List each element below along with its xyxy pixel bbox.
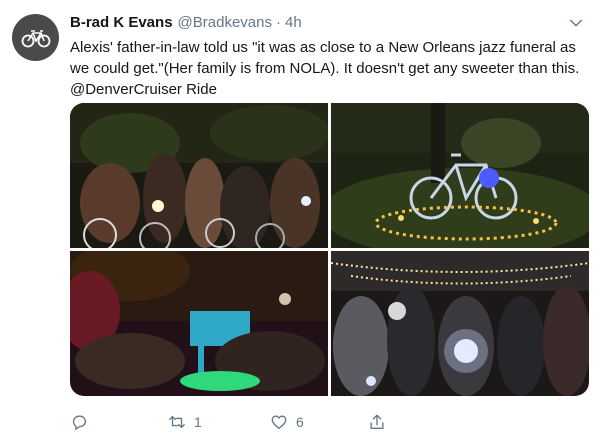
photo-riders-street-lights[interactable] xyxy=(331,251,589,396)
reply-icon xyxy=(72,415,86,430)
share-button[interactable] xyxy=(368,410,394,434)
retweet-button[interactable]: 1 xyxy=(168,410,202,434)
tweet-header: B-rad K Evans @Bradkevans · 4h xyxy=(70,14,577,36)
separator-dot: · xyxy=(276,14,281,31)
photo-ghost-bike-memorial[interactable] xyxy=(331,103,589,248)
tweet-text: Alexis' father-in-law told us "it was as… xyxy=(70,39,584,98)
tweet-actions: 1 6 xyxy=(70,410,510,434)
tweet-timestamp[interactable]: 4h xyxy=(285,14,302,31)
heart-icon xyxy=(271,415,287,429)
author-handle[interactable]: @Bradkevans xyxy=(178,14,272,31)
avatar[interactable] xyxy=(12,14,59,61)
like-button[interactable]: 6 xyxy=(270,410,304,434)
like-count: 6 xyxy=(296,414,304,430)
author-name[interactable]: B-rad K Evans xyxy=(70,14,173,31)
reply-button[interactable] xyxy=(70,410,96,434)
retweet-count: 1 xyxy=(194,414,202,430)
tweet[interactable]: B-rad K Evans @Bradkevans · 4h Alexis' f… xyxy=(0,0,597,444)
media-grid xyxy=(70,103,589,396)
bicycle-icon xyxy=(21,29,50,47)
chevron-down-icon[interactable] xyxy=(567,14,585,32)
share-icon xyxy=(370,414,384,429)
retweet-icon xyxy=(169,415,185,429)
photo-crowd-bikes[interactable] xyxy=(70,103,328,248)
photo-crowd-street-night[interactable] xyxy=(70,251,328,396)
